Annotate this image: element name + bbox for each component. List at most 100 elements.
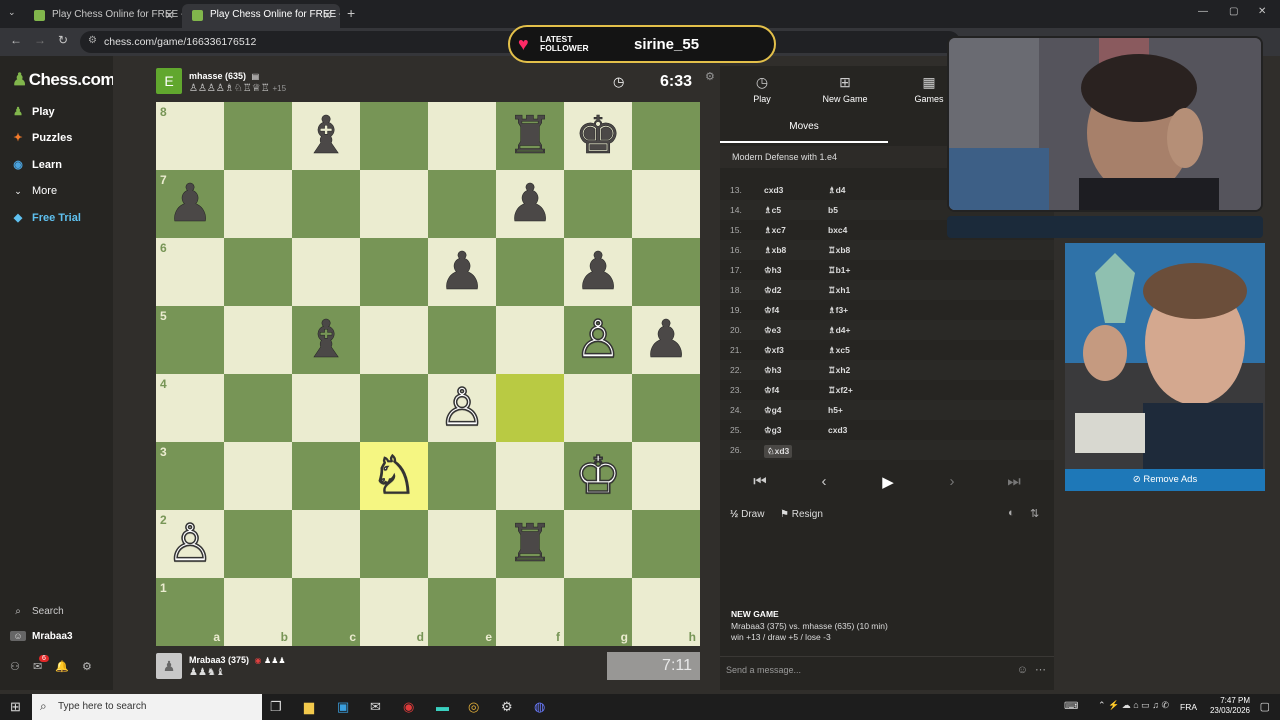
square-f3[interactable] (496, 442, 564, 510)
square-h4[interactable] (632, 374, 700, 442)
opponent-avatar[interactable]: E (156, 68, 182, 94)
nav-user[interactable]: ☺ Mrabaa3 (10, 631, 73, 642)
analysis-icon[interactable]: ◐ (1008, 507, 1015, 519)
white-move[interactable]: ♔f4 (764, 305, 779, 316)
tab-play[interactable]: ◷ Play (727, 74, 797, 104)
black-move[interactable]: ♖xh1 (828, 285, 850, 296)
square-b4[interactable] (224, 374, 292, 442)
piece-white-g5[interactable]: ♙ (564, 306, 632, 374)
tab-search-icon[interactable]: ⌄ (8, 7, 16, 18)
square-e8[interactable] (428, 102, 496, 170)
square-c3[interactable] (292, 442, 360, 510)
browser-tab-2[interactable]: Play Chess Online for FREE - 2 ✕ (182, 4, 340, 28)
white-move[interactable]: ♗xb8 (764, 245, 786, 256)
square-d4[interactable] (360, 374, 428, 442)
nav-free-trial[interactable]: ◆ Free Trial (10, 211, 81, 224)
language-indicator[interactable]: FRA (1180, 702, 1197, 712)
square-c7[interactable] (292, 170, 360, 238)
last-move-button[interactable]: ⏭ (986, 468, 1042, 496)
square-h1[interactable]: h (632, 578, 700, 646)
play-button[interactable]: ▶ (860, 468, 916, 496)
square-e5[interactable] (428, 306, 496, 374)
messages-icon[interactable]: ✉ 6 (33, 655, 49, 673)
reload-icon[interactable]: ↻ (58, 33, 68, 47)
square-a8[interactable]: 8 (156, 102, 224, 170)
friends-icon[interactable]: ⚇ (10, 661, 20, 673)
black-move[interactable]: b5 (828, 205, 838, 215)
white-move[interactable]: ♘xd3 (764, 445, 793, 458)
white-move[interactable]: ♗xc7 (764, 225, 786, 236)
close-tab-icon[interactable]: ✕ (165, 9, 174, 22)
square-d2[interactable] (360, 510, 428, 578)
piece-black-f7[interactable]: ♟ (496, 170, 564, 238)
square-h8[interactable] (632, 102, 700, 170)
square-h7[interactable] (632, 170, 700, 238)
square-b1[interactable]: b (224, 578, 292, 646)
more-icon[interactable]: ⋯ (1035, 663, 1046, 676)
start-icon[interactable]: ⊞ (10, 699, 21, 715)
square-a6[interactable]: 6 (156, 238, 224, 306)
square-c2[interactable] (292, 510, 360, 578)
square-d6[interactable] (360, 238, 428, 306)
piece-black-f2[interactable]: ♜ (496, 510, 564, 578)
tab-moves[interactable]: Moves (720, 110, 888, 143)
notifications-icon[interactable]: ▢ (1260, 700, 1270, 713)
square-c1[interactable]: c (292, 578, 360, 646)
piece-black-e6[interactable]: ♟ (428, 238, 496, 306)
square-f1[interactable]: f (496, 578, 564, 646)
gear-icon[interactable]: ⚙ (82, 661, 92, 673)
keyboard-icon[interactable]: ⌨ (1064, 701, 1078, 712)
square-b6[interactable] (224, 238, 292, 306)
black-move[interactable]: ♗d4+ (828, 325, 851, 336)
white-move[interactable]: ♔g4 (764, 405, 782, 416)
back-icon[interactable]: ← (10, 33, 22, 47)
browser-tab-1[interactable]: Play Chess Online for FREE - 2 ✕ (24, 4, 182, 28)
mail-icon[interactable]: ✉ (370, 699, 381, 715)
white-move[interactable]: ♗c5 (764, 205, 781, 216)
white-move[interactable]: cxd3 (764, 185, 783, 195)
square-b7[interactable] (224, 170, 292, 238)
square-c6[interactable] (292, 238, 360, 306)
nav-learn[interactable]: ◉ Learn (10, 158, 62, 171)
app-icon[interactable]: ◉ (403, 699, 414, 715)
piece-black-c8[interactable]: ♝ (292, 102, 360, 170)
piece-black-a7[interactable]: ♟ (156, 170, 224, 238)
site-info-icon[interactable]: ⚙ (88, 35, 97, 46)
piece-white-a2[interactable]: ♙ (156, 510, 224, 578)
chat-input[interactable]: Send a message... ☺ ⋯ (720, 656, 1054, 684)
white-move[interactable]: ♔e3 (764, 325, 781, 336)
piece-black-g8[interactable]: ♚ (564, 102, 632, 170)
emoji-icon[interactable]: ☺ (1017, 664, 1028, 676)
draw-button[interactable]: ½ Draw (730, 509, 764, 520)
previous-move-button[interactable]: ‹ (796, 468, 852, 496)
square-b3[interactable] (224, 442, 292, 510)
resign-button[interactable]: ⚑ Resign (780, 509, 823, 520)
new-tab-button[interactable]: + (347, 5, 355, 21)
square-f4[interactable] (496, 374, 564, 442)
close-window-icon[interactable]: ✕ (1258, 6, 1266, 17)
chess-logo[interactable]: ♟ Chess.com (12, 70, 115, 90)
nav-more[interactable]: ⌄ More (10, 185, 57, 197)
piece-black-g6[interactable]: ♟ (564, 238, 632, 306)
minimize-icon[interactable]: — (1198, 6, 1208, 17)
square-e1[interactable]: e (428, 578, 496, 646)
square-a5[interactable]: 5 (156, 306, 224, 374)
next-move-button[interactable]: › (924, 468, 980, 496)
discord-icon[interactable]: ◍ (534, 699, 545, 715)
chessboard[interactable]: 8 7 6 5 4 3 2 1 a b c d e f g h ♝ ♜ ♚ ♟ ♟ ♟ ♟ ♝ ♙ ♟ ♙ ♘ ♔ ♙ ♜ (156, 102, 700, 646)
square-h3[interactable] (632, 442, 700, 510)
black-move[interactable]: h5+ (828, 405, 843, 415)
square-b5[interactable] (224, 306, 292, 374)
square-f6[interactable] (496, 238, 564, 306)
bell-icon[interactable]: 🔔 (55, 661, 69, 673)
opponent-name[interactable]: mhasse (635) (189, 71, 246, 81)
settings-icon[interactable]: ⚙ (501, 699, 513, 715)
chrome-icon[interactable]: ◎ (468, 699, 479, 715)
square-g1[interactable]: g (564, 578, 632, 646)
board-settings-icon[interactable]: ⚙ (705, 70, 715, 83)
black-move[interactable]: ♖b1+ (828, 265, 851, 276)
black-move[interactable]: cxd3 (828, 425, 847, 435)
black-move[interactable]: ♗xc5 (828, 345, 850, 356)
square-e3[interactable] (428, 442, 496, 510)
piece-white-e4[interactable]: ♙ (428, 374, 496, 442)
